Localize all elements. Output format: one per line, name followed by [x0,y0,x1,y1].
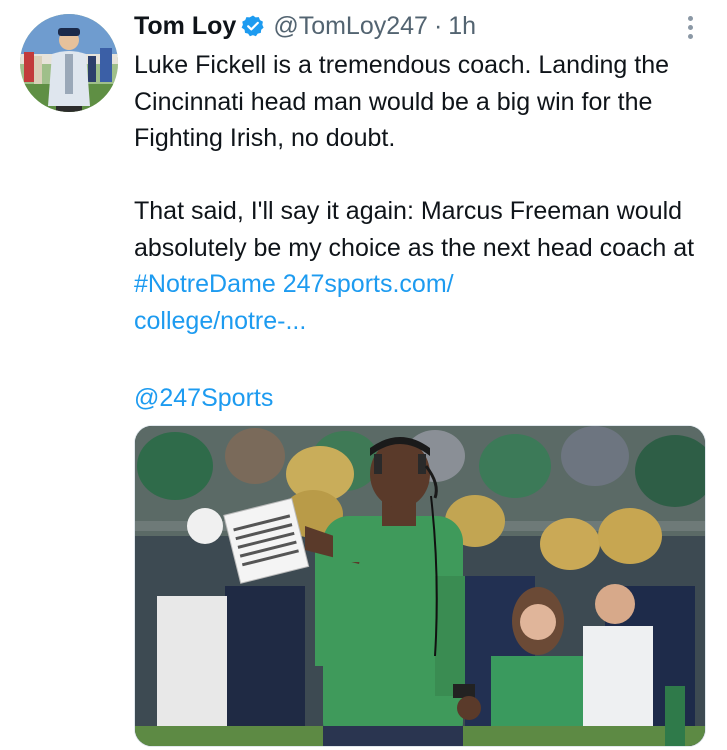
tweet-header: Tom Loy @TomLoy247 · 1h [134,6,476,46]
tweet-text: Luke Fickell is a tremendous coach. Land… [134,47,714,339]
author-name[interactable]: Tom Loy [134,12,236,41]
avatar-photo [20,14,118,112]
verified-badge-icon [241,14,265,38]
avatar[interactable] [20,14,118,112]
tweet-paragraph-2: That said, I'll say it again: Marcus Fre… [134,193,714,339]
tweet-paragraph-2-text: That said, I'll say it again: Marcus Fre… [134,197,695,262]
tweet-image[interactable] [134,425,706,747]
more-options-icon[interactable] [678,12,702,42]
separator-dot: · [433,11,443,40]
tweet-timestamp[interactable]: 1h [448,12,476,41]
author-handle[interactable]: @TomLoy247 [273,12,428,41]
url-link-part-1[interactable]: 247sports.com/ [283,270,454,298]
url-link-part-2[interactable]: college/notre-... [134,307,306,335]
tweet[interactable]: Tom Loy @TomLoy247 · 1h Luke Fickell is … [0,0,727,750]
mention-link[interactable]: @247Sports [134,380,273,416]
tweet-paragraph-1: Luke Fickell is a tremendous coach. Land… [134,51,670,152]
hashtag-link[interactable]: #NotreDame [134,270,276,298]
coach-photo [135,426,705,746]
